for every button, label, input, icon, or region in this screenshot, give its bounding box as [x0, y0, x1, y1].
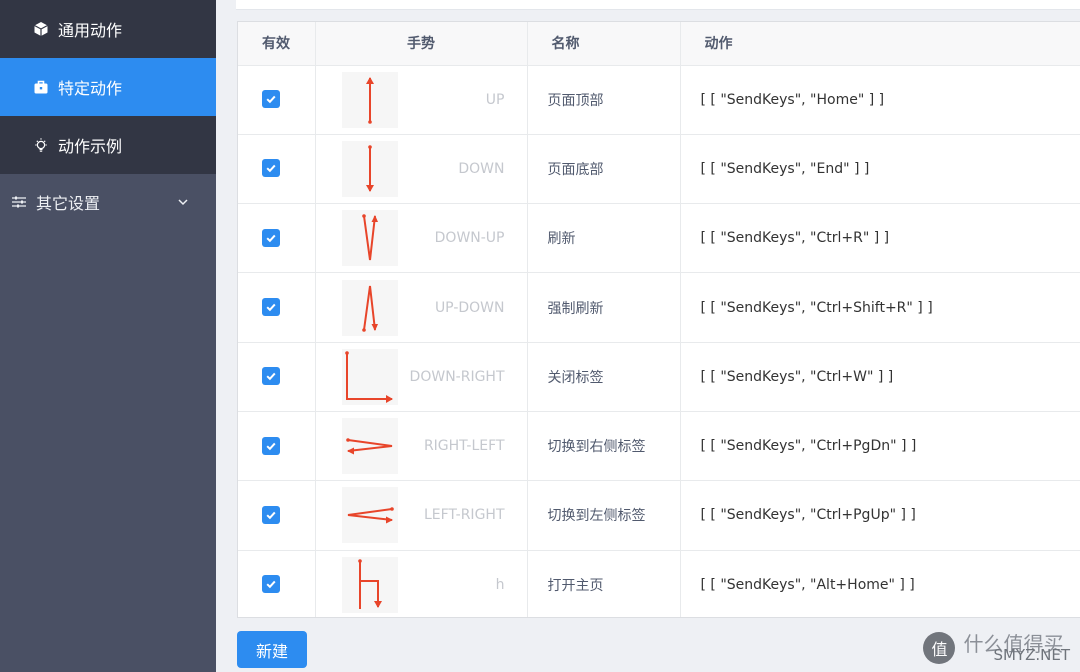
briefcase-icon — [32, 78, 50, 96]
gesture-h-icon — [341, 556, 398, 613]
sliders-icon — [10, 193, 28, 211]
column-header-name: 名称 — [527, 22, 681, 66]
gesture-name: UP-DOWN — [434, 299, 505, 316]
gesture-label: 页面顶部 — [527, 65, 681, 135]
sidebar-submenu: 通用动作 特定动作 动作示例 — [0, 0, 216, 174]
gesture-action: [ [ "SendKeys", "Ctrl+R" ] ] — [680, 203, 1080, 274]
gesture-label: 页面底部 — [527, 134, 681, 205]
sidebar-item-label: 特定动作 — [58, 79, 123, 98]
sidebar-item-label: 通用动作 — [58, 21, 123, 40]
watermark-logo: 值 — [923, 632, 956, 664]
column-header-gesture: 手势 — [315, 22, 528, 66]
gesture-right-left-icon — [341, 418, 398, 475]
sidebar-item-general-actions[interactable]: 通用动作 — [0, 0, 216, 58]
gesture-down-right-icon — [341, 348, 398, 405]
gesture-label: 打开主页 — [527, 550, 681, 617]
row-enabled-checkbox[interactable] — [262, 159, 280, 178]
sidebar-item-label: 动作示例 — [58, 137, 123, 156]
watermark-en-text: SMYZ.NET — [993, 645, 1070, 664]
top-panel-edge — [236, 0, 1080, 10]
row-enabled-checkbox[interactable] — [262, 575, 280, 594]
watermark: 值 什么值得买 SMYZ.NET — [923, 632, 1070, 664]
row-enabled-checkbox[interactable] — [262, 90, 280, 109]
cube-icon — [32, 20, 50, 38]
table-row[interactable]: UP 页面顶部 [ [ "SendKeys", "Home" ] ] — [238, 65, 1080, 135]
gesture-table-card: 有效 手势 名称 动作 UP 页面顶部 [ [ "SendKeys", "Hom… — [237, 21, 1080, 618]
gesture-name: DOWN-RIGHT — [409, 368, 505, 385]
gesture-label: 强制刷新 — [527, 272, 681, 343]
gesture-label: 关闭标签 — [527, 342, 681, 412]
sidebar-group-other-settings[interactable]: 其它设置 — [0, 174, 216, 230]
row-enabled-checkbox[interactable] — [262, 228, 280, 247]
gesture-action: [ [ "SendKeys", "Ctrl+PgUp" ] ] — [680, 480, 1080, 551]
table-row[interactable]: DOWN 页面底部 [ [ "SendKeys", "End" ] ] — [238, 134, 1080, 205]
gesture-action: [ [ "SendKeys", "Alt+Home" ] ] — [680, 550, 1080, 617]
table-row[interactable]: RIGHT-LEFT 切换到右侧标签 [ [ "SendKeys", "Ctrl… — [238, 411, 1080, 482]
gesture-down-icon — [341, 140, 398, 197]
gesture-label: 切换到右侧标签 — [527, 411, 681, 482]
sidebar-item-action-examples[interactable]: 动作示例 — [0, 116, 216, 174]
gesture-up-down-icon — [341, 279, 398, 336]
column-header-action: 动作 — [680, 22, 1080, 66]
gesture-action: [ [ "SendKeys", "End" ] ] — [680, 134, 1080, 205]
row-enabled-checkbox[interactable] — [262, 436, 280, 455]
gesture-label: 切换到左侧标签 — [527, 480, 681, 551]
main-content: 有效 手势 名称 动作 UP 页面顶部 [ [ "SendKeys", "Hom… — [216, 0, 1080, 672]
gesture-name: h — [495, 576, 505, 593]
table-row[interactable]: DOWN-RIGHT 关闭标签 [ [ "SendKeys", "Ctrl+W"… — [238, 342, 1080, 412]
gesture-name: DOWN — [458, 160, 505, 177]
new-gesture-button[interactable]: 新建 — [237, 631, 307, 668]
gesture-left-right-icon — [341, 487, 398, 544]
gesture-label: 刷新 — [527, 203, 681, 274]
row-enabled-checkbox[interactable] — [262, 298, 280, 317]
table-row[interactable]: DOWN-UP 刷新 [ [ "SendKeys", "Ctrl+R" ] ] — [238, 203, 1080, 274]
sidebar-group-label: 其它设置 — [36, 194, 101, 213]
gesture-table: 有效 手势 名称 动作 UP 页面顶部 [ [ "SendKeys", "Hom… — [238, 22, 1080, 617]
column-header-valid: 有效 — [238, 22, 316, 66]
row-enabled-checkbox[interactable] — [262, 505, 280, 524]
sidebar-item-specific-actions[interactable]: 特定动作 — [0, 58, 216, 116]
table-header-row: 有效 手势 名称 动作 — [238, 22, 1080, 66]
gesture-name: RIGHT-LEFT — [423, 438, 505, 455]
row-enabled-checkbox[interactable] — [262, 367, 280, 386]
sidebar: 通用动作 特定动作 动作示例 其它设置 — [0, 0, 216, 672]
table-row[interactable]: UP-DOWN 强制刷新 [ [ "SendKeys", "Ctrl+Shift… — [238, 272, 1080, 343]
lightbulb-icon — [32, 136, 50, 154]
gesture-up-icon — [341, 71, 398, 128]
gesture-name: UP — [485, 91, 505, 108]
table-row[interactable]: h 打开主页 [ [ "SendKeys", "Alt+Home" ] ] — [238, 550, 1080, 617]
gesture-action: [ [ "SendKeys", "Ctrl+PgDn" ] ] — [680, 411, 1080, 482]
gesture-action: [ [ "SendKeys", "Ctrl+W" ] ] — [680, 342, 1080, 412]
chevron-down-icon[interactable] — [176, 195, 190, 209]
gesture-down-up-icon — [341, 210, 398, 267]
table-row[interactable]: LEFT-RIGHT 切换到左侧标签 [ [ "SendKeys", "Ctrl… — [238, 480, 1080, 551]
gesture-name: LEFT-RIGHT — [423, 507, 505, 524]
gesture-name: DOWN-UP — [434, 230, 505, 247]
gesture-action: [ [ "SendKeys", "Ctrl+Shift+R" ] ] — [680, 272, 1080, 343]
gesture-action: [ [ "SendKeys", "Home" ] ] — [680, 65, 1080, 135]
